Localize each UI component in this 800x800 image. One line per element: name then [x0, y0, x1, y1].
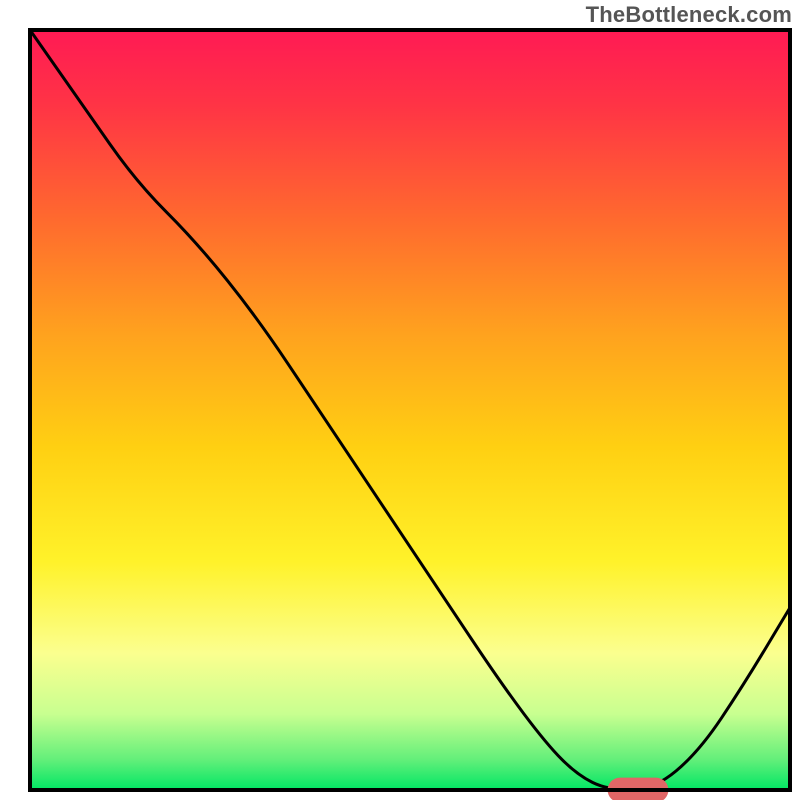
watermark-text: TheBottleneck.com — [586, 2, 792, 28]
bottleneck-chart — [0, 0, 800, 800]
chart-background-gradient — [30, 30, 790, 790]
